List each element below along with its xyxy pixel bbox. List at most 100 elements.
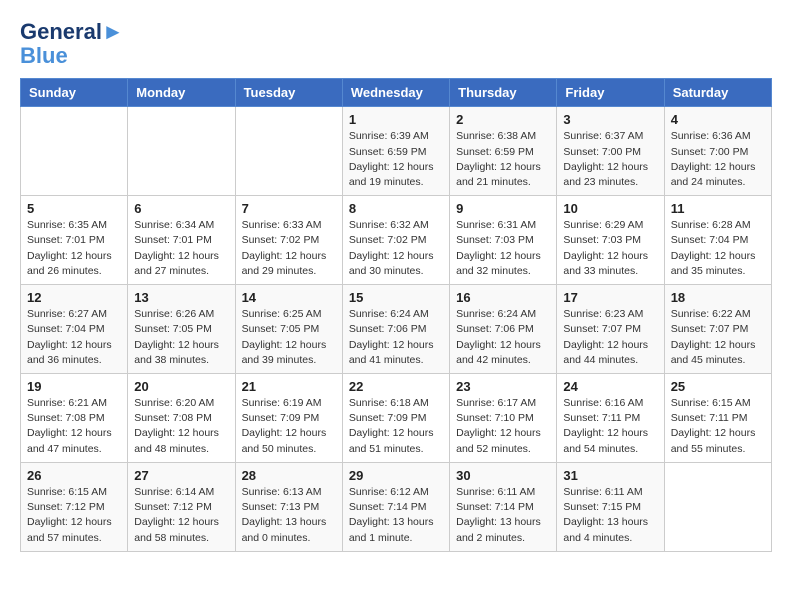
calendar-cell [21,107,128,196]
day-number: 31 [563,468,657,483]
day-info: Sunrise: 6:35 AMSunset: 7:01 PMDaylight:… [27,218,121,279]
logo-blue: Blue [20,44,124,68]
calendar-week-row: 19 Sunrise: 6:21 AMSunset: 7:08 PMDayligh… [21,374,772,463]
day-number: 13 [134,290,228,305]
calendar-cell: 20Sunrise: 6:20 AMSunset: 7:08 PMDayligh… [128,374,235,463]
day-info: Sunrise: 6:17 AMSunset: 7:10 PMDaylight:… [456,396,550,457]
day-info: Sunrise: 6:33 AMSunset: 7:02 PMDaylight:… [242,218,336,279]
day-number: 23 [456,379,550,394]
calendar-cell: 15 Sunrise: 6:24 AMSunset: 7:06 PMDayligh… [342,285,449,374]
day-number: 3 [563,112,657,127]
day-info: Sunrise: 6:21 AMSunset: 7:08 PMDaylight:… [27,396,121,457]
calendar-cell: 21 Sunrise: 6:19 AMSunset: 7:09 PMDayligh… [235,374,342,463]
day-header: Thursday [450,79,557,107]
calendar-cell: 7 Sunrise: 6:33 AMSunset: 7:02 PMDaylight… [235,196,342,285]
calendar-week-row: 5 Sunrise: 6:35 AMSunset: 7:01 PMDaylight… [21,196,772,285]
calendar-cell: 11 Sunrise: 6:28 AMSunset: 7:04 PMDayligh… [664,196,771,285]
calendar-cell: 24Sunrise: 6:16 AMSunset: 7:11 PMDayligh… [557,374,664,463]
calendar-cell: 13 Sunrise: 6:26 AMSunset: 7:05 PMDayligh… [128,285,235,374]
day-header: Friday [557,79,664,107]
day-header: Tuesday [235,79,342,107]
calendar-cell: 30 Sunrise: 6:11 AMSunset: 7:14 PMDayligh… [450,462,557,551]
calendar-cell: 14 Sunrise: 6:25 AMSunset: 7:05 PMDayligh… [235,285,342,374]
day-info: Sunrise: 6:38 AMSunset: 6:59 PMDaylight:… [456,129,550,190]
day-header: Sunday [21,79,128,107]
day-number: 12 [27,290,121,305]
day-number: 17 [563,290,657,305]
day-info: Sunrise: 6:27 AMSunset: 7:04 PMDaylight:… [27,307,121,368]
calendar-cell: 3 Sunrise: 6:37 AMSunset: 7:00 PMDaylight… [557,107,664,196]
day-info: Sunrise: 6:15 AMSunset: 7:11 PMDaylight:… [671,396,765,457]
day-info: Sunrise: 6:18 AMSunset: 7:09 PMDaylight:… [349,396,443,457]
day-info: Sunrise: 6:24 AMSunset: 7:06 PMDaylight:… [456,307,550,368]
calendar-cell: 27Sunrise: 6:14 AMSunset: 7:12 PMDayligh… [128,462,235,551]
day-number: 9 [456,201,550,216]
day-info: Sunrise: 6:13 AMSunset: 7:13 PMDaylight:… [242,485,336,546]
calendar-cell: 19 Sunrise: 6:21 AMSunset: 7:08 PMDayligh… [21,374,128,463]
day-info: Sunrise: 6:23 AMSunset: 7:07 PMDaylight:… [563,307,657,368]
day-info: Sunrise: 6:37 AMSunset: 7:00 PMDaylight:… [563,129,657,190]
calendar-week-row: 1 Sunrise: 6:39 AMSunset: 6:59 PMDaylight… [21,107,772,196]
day-info: Sunrise: 6:24 AMSunset: 7:06 PMDaylight:… [349,307,443,368]
calendar-cell: 16 Sunrise: 6:24 AMSunset: 7:06 PMDayligh… [450,285,557,374]
day-number: 11 [671,201,765,216]
day-header: Saturday [664,79,771,107]
calendar-cell: 9Sunrise: 6:31 AMSunset: 7:03 PMDaylight… [450,196,557,285]
day-info: Sunrise: 6:16 AMSunset: 7:11 PMDaylight:… [563,396,657,457]
day-info: Sunrise: 6:25 AMSunset: 7:05 PMDaylight:… [242,307,336,368]
day-number: 16 [456,290,550,305]
day-info: Sunrise: 6:32 AMSunset: 7:02 PMDaylight:… [349,218,443,279]
calendar-week-row: 26 Sunrise: 6:15 AMSunset: 7:12 PMDayligh… [21,462,772,551]
day-number: 8 [349,201,443,216]
day-info: Sunrise: 6:28 AMSunset: 7:04 PMDaylight:… [671,218,765,279]
day-number: 18 [671,290,765,305]
calendar-cell: 25 Sunrise: 6:15 AMSunset: 7:11 PMDayligh… [664,374,771,463]
calendar-cell: 6 Sunrise: 6:34 AMSunset: 7:01 PMDaylight… [128,196,235,285]
day-number: 19 [27,379,121,394]
calendar-cell: 10Sunrise: 6:29 AMSunset: 7:03 PMDayligh… [557,196,664,285]
day-number: 21 [242,379,336,394]
calendar-cell [235,107,342,196]
day-number: 22 [349,379,443,394]
day-header: Monday [128,79,235,107]
calendar-cell: 31Sunrise: 6:11 AMSunset: 7:15 PMDayligh… [557,462,664,551]
calendar-table: SundayMondayTuesdayWednesdayThursdayFrid… [20,78,772,551]
day-info: Sunrise: 6:22 AMSunset: 7:07 PMDaylight:… [671,307,765,368]
calendar-cell: 17 Sunrise: 6:23 AMSunset: 7:07 PMDayligh… [557,285,664,374]
day-number: 7 [242,201,336,216]
calendar-cell: 29Sunrise: 6:12 AMSunset: 7:14 PMDayligh… [342,462,449,551]
day-number: 1 [349,112,443,127]
day-info: Sunrise: 6:11 AMSunset: 7:14 PMDaylight:… [456,485,550,546]
page-header: General► Blue [20,20,772,68]
day-info: Sunrise: 6:36 AMSunset: 7:00 PMDaylight:… [671,129,765,190]
day-info: Sunrise: 6:19 AMSunset: 7:09 PMDaylight:… [242,396,336,457]
day-number: 4 [671,112,765,127]
calendar-cell: 5 Sunrise: 6:35 AMSunset: 7:01 PMDaylight… [21,196,128,285]
calendar-cell: 8 Sunrise: 6:32 AMSunset: 7:02 PMDaylight… [342,196,449,285]
calendar-cell: 1 Sunrise: 6:39 AMSunset: 6:59 PMDaylight… [342,107,449,196]
day-number: 15 [349,290,443,305]
calendar-cell: 26 Sunrise: 6:15 AMSunset: 7:12 PMDayligh… [21,462,128,551]
day-info: Sunrise: 6:34 AMSunset: 7:01 PMDaylight:… [134,218,228,279]
day-number: 14 [242,290,336,305]
logo: General► Blue [20,20,124,68]
calendar-cell: 4 Sunrise: 6:36 AMSunset: 7:00 PMDaylight… [664,107,771,196]
day-number: 26 [27,468,121,483]
calendar-cell: 28 Sunrise: 6:13 AMSunset: 7:13 PMDayligh… [235,462,342,551]
calendar-cell: 22 Sunrise: 6:18 AMSunset: 7:09 PMDayligh… [342,374,449,463]
calendar-cell: 2 Sunrise: 6:38 AMSunset: 6:59 PMDaylight… [450,107,557,196]
day-number: 30 [456,468,550,483]
day-number: 25 [671,379,765,394]
day-info: Sunrise: 6:39 AMSunset: 6:59 PMDaylight:… [349,129,443,190]
day-header: Wednesday [342,79,449,107]
day-info: Sunrise: 6:12 AMSunset: 7:14 PMDaylight:… [349,485,443,546]
calendar-cell: 12 Sunrise: 6:27 AMSunset: 7:04 PMDayligh… [21,285,128,374]
day-number: 5 [27,201,121,216]
calendar-cell: 18 Sunrise: 6:22 AMSunset: 7:07 PMDayligh… [664,285,771,374]
day-info: Sunrise: 6:26 AMSunset: 7:05 PMDaylight:… [134,307,228,368]
day-number: 6 [134,201,228,216]
day-number: 28 [242,468,336,483]
day-info: Sunrise: 6:15 AMSunset: 7:12 PMDaylight:… [27,485,121,546]
day-number: 2 [456,112,550,127]
calendar-cell [128,107,235,196]
